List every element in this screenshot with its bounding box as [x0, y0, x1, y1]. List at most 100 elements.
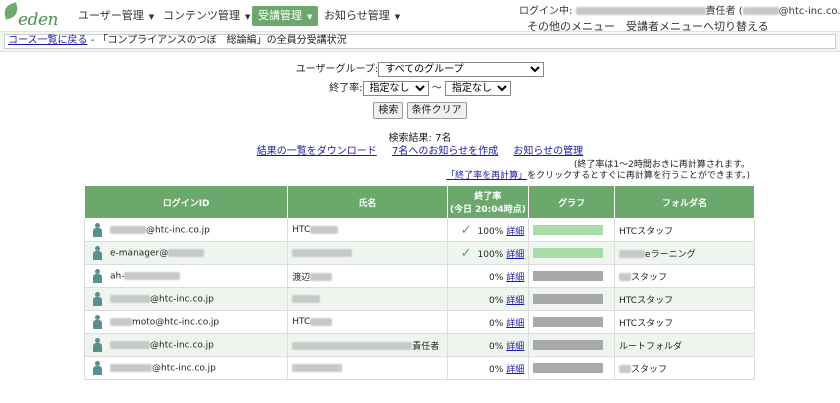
login-id-cell: e-manager@ — [83, 241, 289, 265]
top-navigation: eden ユーザー管理 ▼ コンテンツ管理 ▼ 受講管理 ▼ お知らせ管理 ▼ ログイン… — [0, 0, 840, 33]
folder-cell: スタッフ — [614, 264, 755, 288]
redacted-text — [292, 248, 353, 257]
graph-cell — [528, 287, 616, 311]
breadcrumb: コース一覧に戻る - 「コンプライアンスのつぼ 総論編」の全員分受講状況 — [8, 34, 347, 47]
redacted-email — [742, 7, 779, 15]
graph-cell — [528, 356, 616, 380]
graph-cell — [528, 218, 616, 242]
table-row: @htc-inc.co.jp 責任者 0% 詳細 ルートフォルダ — [83, 333, 755, 357]
rate-cell: ✓ 100% 詳細 — [446, 241, 530, 265]
user-icon — [93, 223, 102, 237]
col-graph: グラフ — [528, 185, 616, 219]
detail-link[interactable]: 詳細 — [506, 273, 524, 283]
folder-cell: ルートフォルダ — [614, 333, 755, 357]
eden-logo[interactable]: eden — [2, 2, 68, 30]
create-notice-link[interactable]: 7名へのお知らせを作成 — [392, 146, 498, 157]
redacted-text — [292, 363, 343, 372]
detail-link[interactable]: 詳細 — [506, 342, 524, 352]
graph-cell — [528, 264, 616, 288]
user-icon — [93, 338, 102, 352]
search-button[interactable]: 検索 — [373, 102, 404, 119]
download-results-link[interactable]: 結果の一覧をダウンロード — [257, 146, 377, 157]
redacted-text — [292, 342, 413, 350]
user-icon — [93, 269, 102, 283]
table-row: moto@htc-inc.co.jp HTC 0% 詳細 HTCスタッフ — [83, 310, 755, 334]
detail-link[interactable]: 詳細 — [506, 319, 524, 329]
redacted-text — [110, 364, 152, 372]
progress-bar — [533, 294, 604, 304]
name-cell: 渡辺 — [287, 264, 448, 288]
login-id-cell: @htc-inc.co.jp — [83, 356, 289, 380]
progress-bar — [533, 317, 604, 327]
caret-down-icon: ▼ — [394, 13, 401, 21]
folder-cell: eラーニング — [614, 241, 755, 265]
progress-fill — [533, 225, 604, 235]
redacted-text — [310, 317, 333, 326]
name-cell: HTC — [287, 218, 448, 242]
progress-bar — [533, 271, 604, 281]
table-row: @htc-inc.co.jp HTC ✓ 100% 詳細 HTCスタッフ — [83, 218, 755, 242]
detail-link[interactable]: 詳細 — [506, 296, 524, 306]
name-cell: 責任者 — [287, 333, 448, 357]
rate-cell: ✓ 100% 詳細 — [446, 218, 530, 242]
login-info: ログイン中: 責任者 (@htc-inc.co.jp) — [519, 6, 840, 17]
progress-bar — [533, 363, 604, 373]
redacted-text — [310, 225, 339, 234]
redacted-text — [292, 294, 321, 303]
group-select[interactable]: すべてのグループ — [378, 62, 545, 77]
rate-cell: 0% 詳細 — [446, 333, 530, 357]
rate-cell: 0% 詳細 — [446, 264, 530, 288]
name-cell — [287, 356, 448, 380]
manage-notices-link[interactable]: お知らせの管理 — [513, 146, 583, 157]
leaf-icon — [2, 2, 20, 20]
detail-link[interactable]: 詳細 — [506, 365, 524, 375]
recalc-note-line2: 「終了率を再計算」をクリックするとすぐに再計算を行うことができます。) — [446, 171, 750, 181]
graph-cell — [528, 310, 616, 334]
caret-down-icon: ▼ — [245, 13, 251, 21]
user-icon — [93, 315, 102, 329]
rate-cell: 0% 詳細 — [446, 287, 530, 311]
col-rate: 終了率 (今日 20:04時点) — [446, 185, 530, 219]
folder-cell: HTCスタッフ — [614, 218, 755, 242]
redacted-text — [110, 295, 150, 303]
folder-cell: HTCスタッフ — [614, 310, 755, 334]
filter-buttons: 検索 条件クリア — [0, 102, 840, 119]
back-to-course-list-link[interactable]: コース一覧に戻る — [8, 35, 88, 46]
rate-to-select[interactable]: 指定なし — [444, 81, 511, 96]
rate-from-select[interactable]: 指定なし — [362, 81, 429, 96]
redacted-text — [110, 341, 150, 349]
menu-content-management[interactable]: コンテンツ管理 ▼ — [157, 6, 256, 26]
logo-text: eden — [18, 10, 58, 30]
rate-filter-label: 終了率: — [329, 83, 363, 94]
redacted-text — [124, 272, 181, 280]
redacted-text — [110, 226, 146, 234]
group-filter-row: ユーザーグループ: すべてのグループ — [0, 60, 840, 77]
recalculate-rate-link[interactable]: 「終了率を再計算」 — [446, 171, 527, 181]
login-id-cell: @htc-inc.co.jp — [83, 218, 289, 242]
check-icon: ✓ — [460, 245, 472, 261]
detail-link[interactable]: 詳細 — [506, 227, 524, 237]
login-id-cell: @htc-inc.co.jp — [83, 333, 289, 357]
progress-fill — [533, 248, 604, 258]
table-row: @htc-inc.co.jp 0% 詳細 スタッフ — [83, 356, 755, 380]
progress-bar — [533, 340, 604, 350]
redacted-text — [310, 273, 333, 281]
col-folder: フォルダ名 — [614, 185, 755, 219]
progress-bar — [533, 248, 604, 258]
table-row: e-manager@ ✓ 100% 詳細 eラーニング — [83, 241, 755, 265]
menu-user-management[interactable]: ユーザー管理 ▼ — [72, 6, 160, 26]
folder-cell: HTCスタッフ — [614, 287, 755, 311]
detail-link[interactable]: 詳細 — [506, 250, 524, 260]
user-icon — [93, 361, 102, 375]
caret-down-icon: ▼ — [148, 13, 155, 21]
graph-cell — [528, 333, 616, 357]
rate-cell: 0% 詳細 — [446, 310, 530, 334]
menu-notice-management[interactable]: お知らせ管理 ▼ — [318, 6, 406, 26]
redacted-text — [619, 273, 632, 281]
menu-course-management[interactable]: 受講管理 ▼ — [252, 6, 319, 26]
login-id-cell: ah- — [83, 264, 289, 288]
result-links: 結果の一覧をダウンロード 7名へのお知らせを作成 お知らせの管理 — [0, 142, 840, 157]
clear-conditions-button[interactable]: 条件クリア — [406, 102, 467, 119]
user-icon — [93, 246, 102, 260]
folder-cell: スタッフ — [614, 356, 755, 380]
